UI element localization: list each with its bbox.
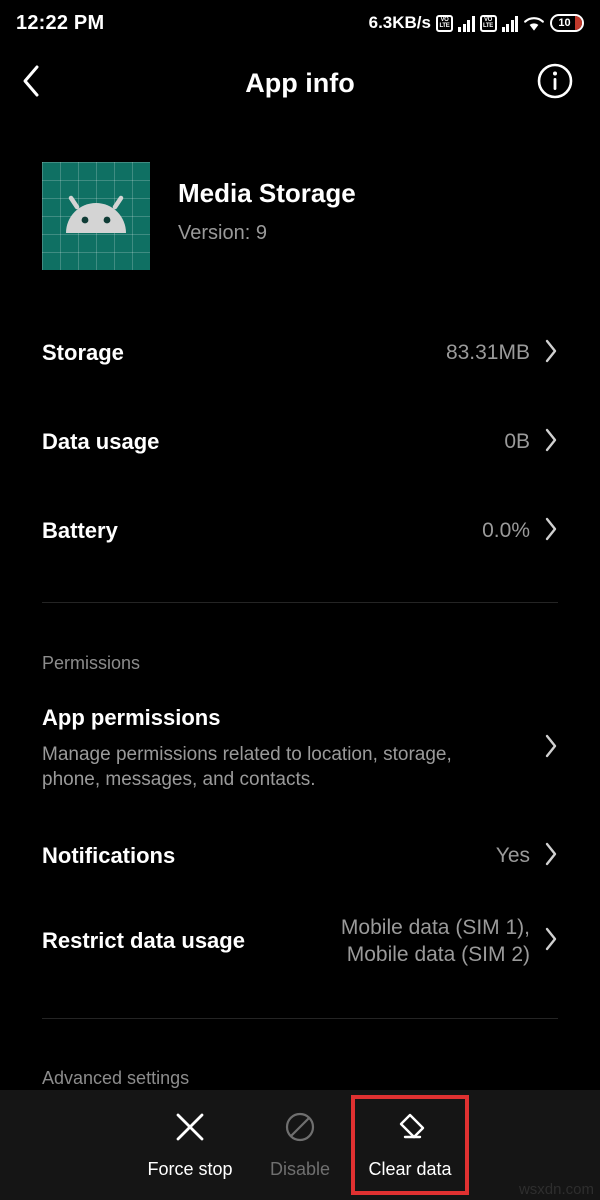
battery-fill [575,16,582,30]
chevron-right-icon [544,428,558,457]
status-clock: 12:22 PM [16,11,105,34]
block-circle-icon [283,1110,317,1149]
chevron-right-icon [544,339,558,368]
section-header-permissions: Permissions [42,653,141,673]
action-label: Force stop [147,1159,233,1179]
wifi-icon [523,15,545,32]
row-restrict-data-usage[interactable]: Restrict data usage Mobile data (SIM 1),… [42,912,558,970]
row-label: Storage [42,340,124,365]
divider [42,602,558,603]
divider [42,1018,558,1019]
app-icon [42,162,150,270]
status-bar: 12:22 PM 6.3KB/s VO LTE VO LTE 10 [0,0,600,46]
status-icons: 6.3KB/s VO LTE VO LTE 10 [369,13,584,33]
back-chevron-icon [20,64,42,103]
row-notifications[interactable]: Notifications Yes [42,838,558,874]
row-storage[interactable]: Storage 83.31MB [42,335,558,371]
chevron-right-icon [544,517,558,546]
info-circle-icon [535,61,575,106]
watermark: wsxdn.com [518,1181,594,1198]
app-permissions-description: Manage permissions related to location, … [42,744,452,791]
signal-bars-icon [501,15,518,32]
app-meta: Media Storage Version: 9 [178,162,356,245]
row-data-usage[interactable]: Data usage 0B [42,424,558,460]
row-value: Mobile data (SIM 1), Mobile data (SIM 2) [340,915,530,966]
app-header: Media Storage Version: 9 [42,162,356,270]
row-label: Battery [42,518,118,543]
volte-icon: VO LTE [436,14,453,32]
battery-icon: 10 [550,14,584,32]
volte-icon: VO LTE [479,14,497,32]
row-battery[interactable]: Battery 0.0% [42,513,558,549]
row-value: Yes [495,844,530,868]
app-details-info-button[interactable] [532,60,578,106]
bottom-action-bar: Force stop Disable Clear data wsxdn.com [0,1090,600,1200]
row-app-permissions[interactable]: App permissions Manage permissions relat… [42,705,558,793]
battery-level-label: 10 [558,17,571,29]
row-label: Data usage [42,429,160,454]
signal-bars-icon [458,15,475,32]
force-stop-button[interactable]: Force stop [135,1099,245,1191]
app-permissions-title: App permissions [42,705,221,730]
disable-button[interactable]: Disable [245,1099,355,1191]
volte-icon-bottom-text: LTE [483,23,493,29]
clear-data-button[interactable]: Clear data [351,1095,469,1195]
volte-icon-bottom-text: LTE [439,23,450,29]
back-button[interactable] [0,52,62,114]
chevron-right-icon [544,842,558,871]
app-permissions-text: App permissions Manage permissions relat… [42,705,504,793]
app-name: Media Storage [178,178,356,208]
row-label: Notifications [42,843,176,868]
row-value: 83.31MB [445,341,530,365]
action-label: Disable [269,1159,331,1179]
app-info-screen: 12:22 PM 6.3KB/s VO LTE VO LTE 10 App in… [0,0,600,1200]
section-header-advanced-settings: Advanced settings [42,1068,190,1088]
action-label: Clear data [368,1159,452,1179]
row-value: 0.0% [482,519,530,543]
app-version: Version: 9 [178,222,267,244]
row-value: 0B [504,430,530,454]
network-speed-label: 6.3KB/s [368,13,431,32]
chevron-right-icon [544,927,558,956]
eraser-icon [393,1110,427,1149]
app-bar: App info [0,52,600,114]
page-title: App info [245,67,355,98]
chevron-right-icon [544,734,558,763]
close-x-icon [173,1110,207,1149]
row-label: Restrict data usage [42,928,245,953]
